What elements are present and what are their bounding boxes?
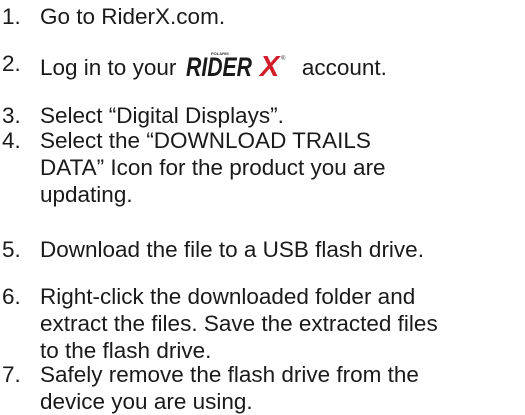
step-number: 1.: [2, 4, 21, 29]
step-number: 7.: [2, 362, 21, 387]
step-text: Right-click the downloaded folder and ex…: [40, 283, 520, 364]
instruction-steps: 1. Go to RiderX.com. 2. Log in to your P…: [0, 0, 525, 414]
svg-text:®: ®: [281, 55, 286, 62]
step-line: Right-click the downloaded folder and: [40, 284, 416, 309]
step-number: 3.: [2, 103, 21, 128]
step-number: 2.: [2, 51, 21, 76]
step-text: Go to RiderX.com.: [40, 3, 520, 30]
step-text-before-logo: Log in to your: [40, 55, 177, 80]
step-text: Download the file to a USB flash drive.: [40, 236, 520, 263]
svg-text:X: X: [258, 51, 281, 78]
step-text: Select “Digital Displays”.: [40, 102, 520, 129]
step-line: extract the files. Save the extracted fi…: [40, 311, 438, 336]
step-line: Safely remove the flash drive from the: [40, 362, 419, 387]
step-line: Select “Digital Displays”.: [40, 103, 284, 128]
step-number: 4.: [2, 128, 21, 153]
step-line: Select the “DOWNLOAD TRAILS: [40, 128, 371, 153]
step-text-after-logo: account.: [301, 55, 387, 80]
step-text: Safely remove the flash drive from the d…: [40, 361, 520, 415]
step-line: DATA” Icon for the product you are: [40, 155, 386, 180]
riderx-logo: POLARIS RIDER X ®: [184, 50, 296, 78]
step-line: Go to RiderX.com.: [40, 4, 226, 29]
step-text: Log in to your POLARIS RIDER X ® account…: [40, 50, 520, 81]
step-line: Log in to your POLARIS RIDER X ® account…: [40, 50, 520, 81]
svg-text:RIDER: RIDER: [186, 52, 252, 78]
step-number: 6.: [2, 284, 21, 309]
step-number: 5.: [2, 237, 21, 262]
step-line: Download the file to a USB flash drive.: [40, 237, 424, 262]
step-line: device you are using.: [40, 389, 253, 414]
step-line: to the flash drive.: [40, 338, 212, 363]
step-line: updating.: [40, 182, 133, 207]
step-text: Select the “DOWNLOAD TRAILS DATA” Icon f…: [40, 127, 520, 208]
